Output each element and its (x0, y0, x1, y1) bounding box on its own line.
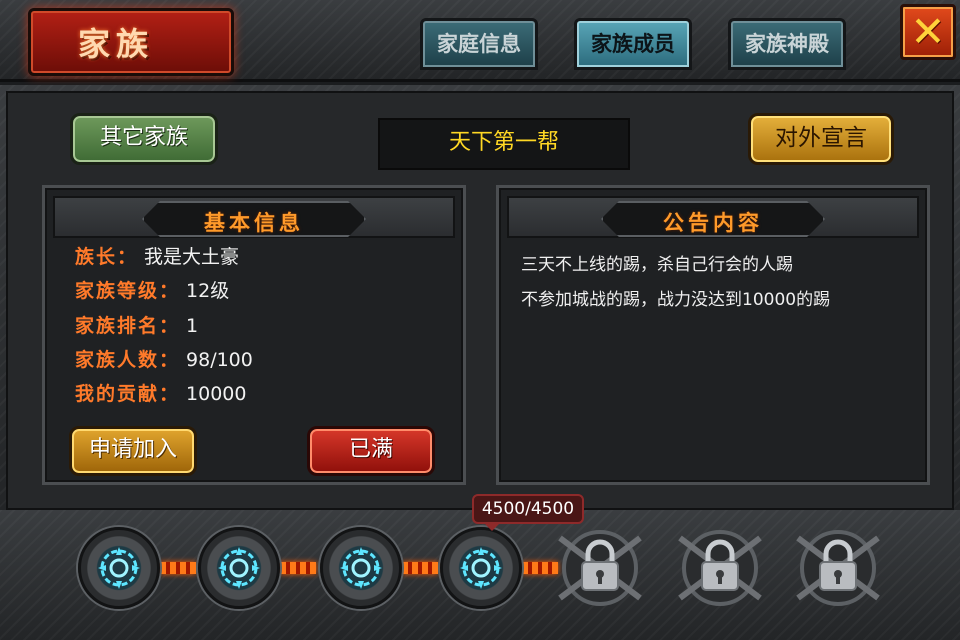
info-value: 98/100 (186, 349, 253, 371)
info-value: 10000 (186, 383, 247, 405)
notice-line: 三天不上线的踢，杀自己行会的人踢 (521, 255, 793, 275)
padlock-icon (678, 530, 762, 606)
energy-link (160, 562, 196, 574)
energy-link (280, 562, 316, 574)
info-label: 家族等级： (75, 280, 181, 302)
rune-icon (218, 547, 260, 589)
other-families-button[interactable]: 其它家族 (70, 113, 218, 165)
notice-header-bar: 公告内容 (507, 196, 919, 238)
info-label: 族长： (75, 246, 139, 268)
rune-icon (460, 547, 502, 589)
rune-node-2[interactable] (198, 527, 280, 609)
info-value: 1 (186, 315, 199, 337)
energy-link (402, 562, 438, 574)
basic-info-title: 基本信息 (204, 210, 304, 235)
locked-node-3[interactable] (790, 520, 886, 616)
rune-icon (98, 547, 140, 589)
full-button[interactable]: 已满 (307, 426, 435, 476)
title-plate: 家族 (28, 8, 234, 76)
padlock-icon (558, 530, 642, 606)
info-row-leader: 族长： 我是大土豪 (75, 245, 239, 269)
notice-title: 公告内容 (663, 210, 763, 235)
info-value: 我是大土豪 (144, 246, 240, 268)
info-label: 家族排名： (75, 315, 181, 337)
basic-info-panel: 基本信息 族长： 我是大土豪 家族等级： 12级 家族排名： 1 家族人数： 98/10… (42, 185, 466, 485)
info-label: 我的贡献： (75, 383, 181, 405)
info-row-level: 家族等级： 12级 (75, 279, 229, 303)
rune-icon (340, 547, 382, 589)
info-row-contribution: 我的贡献： 10000 (75, 382, 246, 406)
locked-node-2[interactable] (672, 520, 768, 616)
top-bar: 家族 家庭信息 家族成员 家族神殿 ✕ (0, 0, 960, 82)
rune-node-1[interactable] (78, 527, 160, 609)
info-label: 家族人数： (75, 349, 181, 371)
rune-node-4[interactable] (440, 527, 522, 609)
rune-node-3[interactable] (320, 527, 402, 609)
notice-line: 不参加城战的踢，战力没达到10000的踢 (521, 290, 831, 310)
tab-family-members[interactable]: 家族成员 (574, 18, 692, 70)
info-row-members: 家族人数： 98/100 (75, 348, 253, 372)
tab-family-temple[interactable]: 家族神殿 (728, 18, 846, 70)
window-title: 家族 (77, 25, 154, 63)
close-button[interactable]: ✕ (900, 4, 956, 60)
info-value: 12级 (186, 280, 230, 302)
basic-info-header-bar: 基本信息 (53, 196, 455, 238)
tab-family-info[interactable]: 家庭信息 (420, 18, 538, 70)
main-panel: 其它家族 天下第一帮 对外宣言 基本信息 族长： 我是大土豪 家族等级： 12级 家… (0, 85, 960, 510)
notice-panel: 公告内容 三天不上线的踢，杀自己行会的人踢 不参加城战的踢，战力没达到10000… (496, 185, 930, 485)
apply-join-button[interactable]: 申请加入 (69, 426, 197, 476)
family-name: 天下第一帮 (378, 118, 630, 170)
padlock-icon (796, 530, 880, 606)
main-inner: 其它家族 天下第一帮 对外宣言 基本信息 族长： 我是大土豪 家族等级： 12级 家… (6, 91, 954, 510)
locked-node-1[interactable] (552, 520, 648, 616)
progress-badge: 4500/4500 (472, 494, 584, 531)
declare-button[interactable]: 对外宣言 (748, 113, 894, 165)
info-row-rank: 家族排名： 1 (75, 314, 198, 338)
close-icon: ✕ (910, 7, 946, 56)
